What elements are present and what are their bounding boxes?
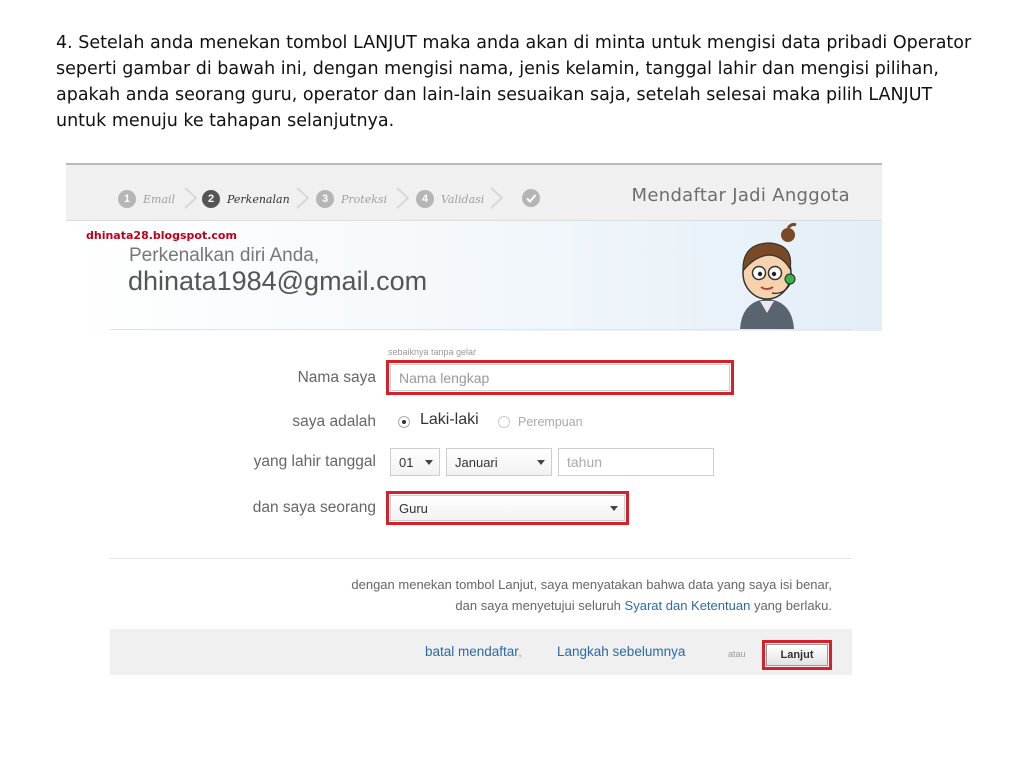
user-email: dhinata1984@gmail.com (128, 266, 428, 296)
step-validasi[interactable]: 4 Validasi (416, 189, 484, 209)
checkmark-icon (522, 189, 540, 207)
watermark-text: dhinata28.blogspot.com (86, 229, 237, 242)
birth-label: yang lahir tanggal (253, 453, 376, 470)
footer-comma: , (518, 644, 522, 659)
terms-text: dengan menekan tombol Lanjut, saya menya… (351, 574, 832, 616)
chevron-right-icon (184, 187, 198, 209)
gender-female-radio[interactable] (498, 416, 510, 428)
next-button[interactable]: Lanjut (766, 644, 828, 666)
instruction-text: 4. Setelah anda menekan tombol LANJUT ma… (56, 33, 972, 131)
name-input[interactable]: Nama lengkap (390, 364, 730, 391)
step-number-icon: 4 (416, 190, 434, 208)
step-proteksi[interactable]: 3 Proteksi (316, 189, 387, 209)
step-email[interactable]: 1 Email (118, 189, 175, 209)
birth-month-select[interactable]: Januari (446, 448, 552, 476)
cancel-link-label: batal mendaftar (425, 644, 519, 659)
chevron-right-icon (490, 187, 504, 209)
terms-line-2: dan saya menyetujui seluruh Syarat dan K… (351, 595, 832, 616)
name-hint: sebaiknya tanpa gelar (388, 347, 477, 357)
gender-label: saya adalah (292, 413, 376, 430)
wizard-title: Mendaftar Jadi Anggota (631, 185, 850, 206)
step-number-icon: 2 (202, 190, 220, 208)
chevron-right-icon (296, 187, 310, 209)
step-label: Perkenalan (227, 192, 290, 206)
wizard-header: 1 Email 2 Perkenalan 3 Proteksi 4 Valida… (66, 163, 882, 221)
divider (110, 558, 852, 559)
mascot-avatar-icon (740, 222, 797, 329)
step-label: Validasi (441, 192, 485, 206)
role-select[interactable]: Guru (390, 495, 625, 521)
birth-day-value: 01 (399, 454, 414, 470)
chevron-down-icon (610, 506, 618, 511)
footer-bar: batal mendaftar, Langkah sebelumnya atau… (110, 629, 852, 675)
step-perkenalan[interactable]: 2 Perkenalan (202, 189, 290, 209)
name-label: Nama saya (297, 369, 376, 386)
gender-male-label: Laki-laki (420, 411, 479, 428)
previous-step-link[interactable]: Langkah sebelumnya (557, 644, 685, 659)
divider (110, 329, 852, 330)
step-label: Proteksi (341, 192, 388, 206)
registration-screenshot: 1 Email 2 Perkenalan 3 Proteksi 4 Valida… (66, 163, 882, 675)
birth-year-input[interactable]: tahun (558, 448, 714, 476)
birth-day-select[interactable]: 01 (390, 448, 440, 476)
birth-month-value: Januari (455, 454, 498, 470)
terms-line-1: dengan menekan tombol Lanjut, saya menya… (351, 577, 832, 592)
gender-female-label: Perempuan (518, 415, 583, 429)
step-label: Email (143, 192, 176, 206)
terms-link[interactable]: Syarat dan Ketentuan (625, 598, 751, 613)
role-value: Guru (399, 500, 428, 516)
terms-line-2-pre: dan saya menyetujui seluruh (455, 598, 621, 613)
hero-banner: dhinata28.blogspot.com Perkenalkan diri … (66, 221, 882, 331)
cancel-link[interactable]: batal mendaftar, (425, 644, 522, 659)
greeting-text: Perkenalkan diri Anda, (129, 245, 320, 266)
role-label: dan saya seorang (252, 499, 376, 516)
step-number-icon: 3 (316, 190, 334, 208)
terms-line-2-post: yang berlaku. (753, 598, 832, 613)
step-number-icon: 1 (118, 190, 136, 208)
or-text: atau (728, 649, 746, 659)
chevron-right-icon (396, 187, 410, 209)
chevron-down-icon (537, 460, 545, 465)
chevron-down-icon (425, 460, 433, 465)
gender-male-radio[interactable] (398, 416, 410, 428)
